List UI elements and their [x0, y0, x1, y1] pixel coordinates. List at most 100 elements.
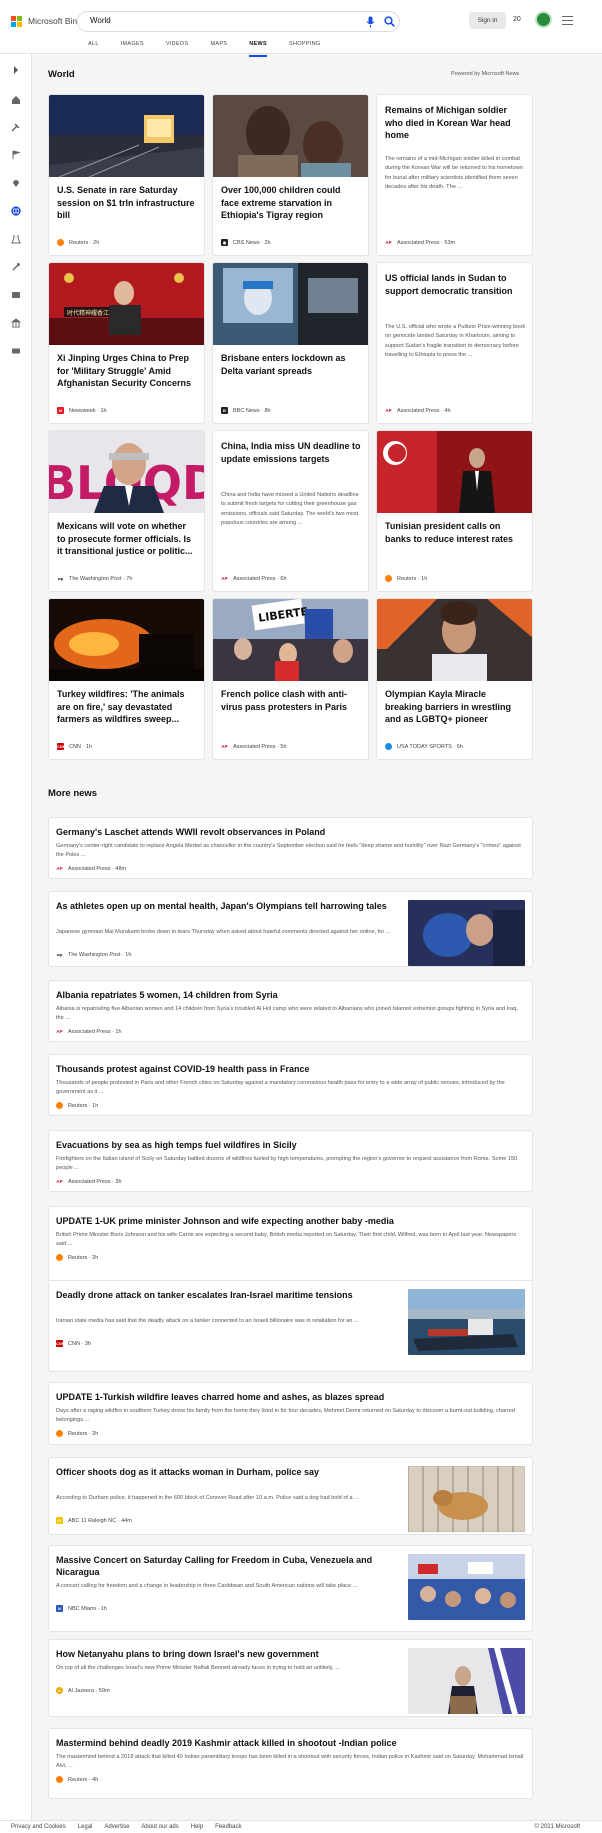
more-news-thumbnail[interactable]: [408, 1466, 525, 1532]
news-card-title[interactable]: U.S. Senate in rare Saturday session on …: [57, 184, 197, 222]
rewards-points[interactable]: 20: [513, 16, 521, 23]
more-news-item[interactable]: How Netanyahu plans to bring down Israel…: [48, 1639, 533, 1717]
tab-shopping[interactable]: SHOPPING: [289, 41, 320, 51]
news-card[interactable]: 时代精神耀香江 Xi Jinping Urges China to Prep fo…: [48, 262, 205, 424]
more-news-item[interactable]: Officer shoots dog as it attacks woman i…: [48, 1457, 533, 1535]
more-news-title[interactable]: Albania repatriates 5 women, 14 children…: [56, 989, 524, 1001]
more-news-thumbnail[interactable]: [408, 1648, 525, 1714]
more-news-title[interactable]: UPDATE 1-UK prime minister Johnson and w…: [56, 1215, 524, 1227]
flag-icon[interactable]: [10, 149, 22, 161]
tools-icon[interactable]: [10, 121, 22, 133]
news-card-image[interactable]: [377, 431, 533, 513]
news-card-title[interactable]: Brisbane enters lockdown as Delta varian…: [221, 352, 361, 377]
news-card-title[interactable]: Remains of Michigan soldier who died in …: [385, 104, 525, 142]
tab-images[interactable]: IMAGES: [121, 41, 144, 51]
expand-chevron-icon[interactable]: [10, 64, 22, 76]
more-news-title[interactable]: Massive Concert on Saturday Calling for …: [56, 1554, 396, 1578]
more-news-thumbnail[interactable]: [408, 1554, 525, 1620]
news-card-title[interactable]: Turkey wildfires: 'The animals are on fi…: [57, 688, 197, 726]
more-news-item[interactable]: Thousands protest against COVID-19 healt…: [48, 1054, 533, 1116]
news-card-title[interactable]: Mexicans will vote on whether to prosecu…: [57, 520, 197, 558]
news-card[interactable]: China, India miss UN deadline to update …: [212, 430, 369, 592]
more-news-thumbnail[interactable]: [408, 1289, 525, 1355]
tab-videos[interactable]: VIDEOS: [166, 41, 189, 51]
hamburger-menu-icon[interactable]: [562, 16, 573, 25]
more-news-item[interactable]: Deadly drone attack on tanker escalates …: [48, 1280, 533, 1372]
more-news-item[interactable]: Mastermind behind deadly 2019 Kashmir at…: [48, 1728, 533, 1799]
time-ago: 4h: [92, 1776, 99, 1783]
footer-link-help[interactable]: Help: [191, 1824, 203, 1830]
more-news-title[interactable]: UPDATE 1-Turkish wildfire leaves charred…: [56, 1391, 524, 1403]
more-news-item[interactable]: As athletes open up on mental health, Ja…: [48, 891, 533, 967]
footer-link-privacy-and-cookies[interactable]: Privacy and Cookies: [11, 1824, 66, 1830]
news-card-image[interactable]: 时代精神耀香江: [49, 263, 205, 345]
news-card-title[interactable]: Over 100,000 children could face extreme…: [221, 184, 361, 222]
rocket-icon[interactable]: [10, 261, 22, 273]
globe-icon[interactable]: [10, 205, 22, 217]
news-card[interactable]: US official lands in Sudan to support de…: [376, 262, 533, 424]
more-news-item[interactable]: UPDATE 1-Turkish wildfire leaves charred…: [48, 1382, 533, 1445]
time-ago: 48m: [115, 865, 127, 872]
news-card-title[interactable]: Xi Jinping Urges China to Prep for 'Mili…: [57, 352, 197, 390]
rewards-icon[interactable]: [535, 11, 552, 28]
news-card-image[interactable]: BLOQDE: [49, 431, 205, 513]
news-card-image[interactable]: [49, 95, 205, 177]
tab-news[interactable]: NEWS: [249, 41, 267, 57]
location-pin-icon[interactable]: [10, 177, 22, 189]
source-name: The Washington Post: [69, 575, 122, 582]
bank-icon[interactable]: [10, 317, 22, 329]
search-input[interactable]: World: [90, 16, 111, 25]
more-news-title[interactable]: Thousands protest against COVID-19 healt…: [56, 1063, 524, 1075]
news-card-image[interactable]: [49, 599, 205, 681]
news-card[interactable]: Remains of Michigan soldier who died in …: [376, 94, 533, 256]
news-card-image[interactable]: [213, 263, 369, 345]
news-card-title[interactable]: US official lands in Sudan to support de…: [385, 272, 525, 297]
more-news-item[interactable]: UPDATE 1-UK prime minister Johnson and w…: [48, 1206, 533, 1282]
news-card[interactable]: Turkey wildfires: 'The animals are on fi…: [48, 598, 205, 760]
news-card[interactable]: Brisbane enters lockdown as Delta varian…: [212, 262, 369, 424]
tab-maps[interactable]: MAPS: [210, 41, 227, 51]
time-ago: 5h: [280, 743, 287, 750]
more-news-title[interactable]: Evacuations by sea as high temps fuel wi…: [56, 1139, 524, 1151]
video-icon[interactable]: [10, 289, 22, 301]
footer-link-advertise[interactable]: Advertise: [104, 1824, 129, 1830]
home-icon[interactable]: [10, 94, 22, 106]
news-card-title[interactable]: Tunisian president calls on banks to red…: [385, 520, 525, 545]
news-card[interactable]: U.S. Senate in rare Saturday session on …: [48, 94, 205, 256]
footer-link-legal[interactable]: Legal: [78, 1824, 93, 1830]
more-news-title[interactable]: Officer shoots dog as it attacks woman i…: [56, 1466, 396, 1478]
more-news-item[interactable]: Massive Concert on Saturday Calling for …: [48, 1545, 533, 1632]
search-box[interactable]: World: [77, 11, 400, 32]
sign-in-button[interactable]: Sign in: [469, 12, 506, 29]
more-news-item[interactable]: Evacuations by sea as high temps fuel wi…: [48, 1130, 533, 1192]
news-card[interactable]: Over 100,000 children could face extreme…: [212, 94, 369, 256]
more-news-title[interactable]: Mastermind behind deadly 2019 Kashmir at…: [56, 1737, 524, 1749]
news-card-title[interactable]: Olympian Kayla Miracle breaking barriers…: [385, 688, 525, 726]
footer-link-feedback[interactable]: Feedback: [215, 1824, 241, 1830]
news-card-image[interactable]: LIBERTE: [213, 599, 369, 681]
microphone-icon[interactable]: [366, 16, 375, 28]
more-news-title[interactable]: Germany's Laschet attends WWII revolt ob…: [56, 826, 524, 838]
footer-link-about-our-ads[interactable]: About our ads: [141, 1824, 178, 1830]
more-news-item[interactable]: Germany's Laschet attends WWII revolt ob…: [48, 817, 533, 879]
tab-all[interactable]: ALL: [88, 41, 99, 51]
news-card-source: AP Associated Press · 53m: [385, 239, 455, 246]
science-icon[interactable]: [10, 233, 22, 245]
news-card-source: ◉ CBS News · 2h: [221, 239, 271, 246]
news-card-image[interactable]: [377, 599, 533, 681]
news-card[interactable]: Olympian Kayla Miracle breaking barriers…: [376, 598, 533, 760]
more-news-title[interactable]: How Netanyahu plans to bring down Israel…: [56, 1648, 396, 1660]
more-news-title[interactable]: Deadly drone attack on tanker escalates …: [56, 1289, 396, 1301]
news-card[interactable]: BLOQDE Mexicans will vote on whether to p…: [48, 430, 205, 592]
news-card[interactable]: LIBERTE French police clash with anti-vir…: [212, 598, 369, 760]
more-news-title[interactable]: As athletes open up on mental health, Ja…: [56, 900, 396, 912]
more-news-thumbnail[interactable]: [408, 900, 525, 966]
search-icon[interactable]: [384, 16, 395, 27]
news-card[interactable]: Tunisian president calls on banks to red…: [376, 430, 533, 592]
bing-logo[interactable]: Microsoft Bing: [11, 14, 82, 28]
more-news-item[interactable]: Albania repatriates 5 women, 14 children…: [48, 980, 533, 1042]
news-card-title[interactable]: French police clash with anti-virus pass…: [221, 688, 361, 713]
news-card-image[interactable]: [213, 95, 369, 177]
card-icon[interactable]: [10, 345, 22, 357]
news-card-title[interactable]: China, India miss UN deadline to update …: [221, 440, 361, 465]
